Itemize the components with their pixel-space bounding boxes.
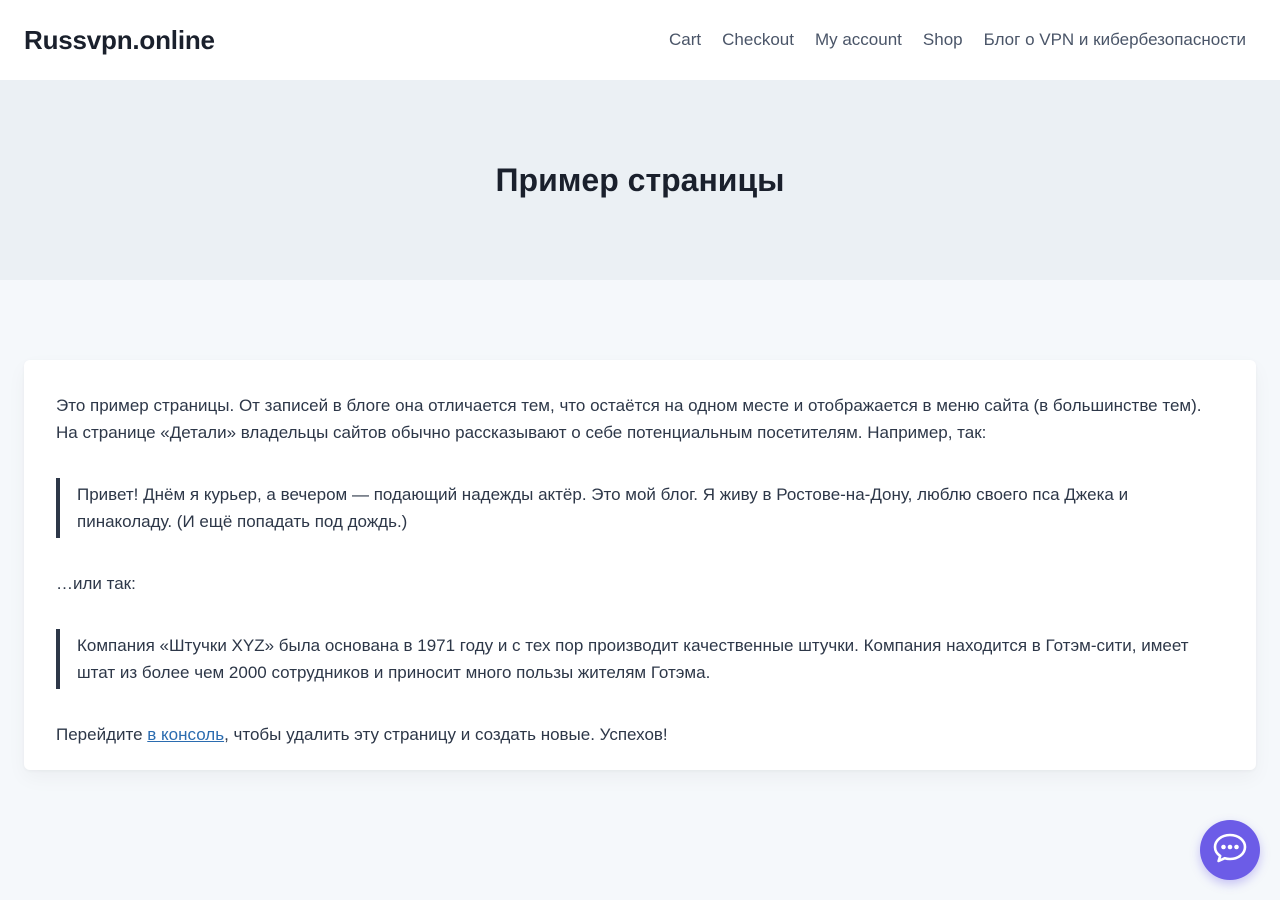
site-header: Russvpn.online Cart Checkout My account … [0,0,1280,80]
blockquote-company: Компания «Штучки XYZ» была основана в 19… [56,629,1224,689]
console-link[interactable]: в консоль [147,725,224,744]
chat-bubble-icon [1213,833,1247,868]
outro-text-after: , чтобы удалить эту страницу и создать н… [224,725,668,744]
intro-paragraph: Это пример страницы. От записей в блоге … [56,396,1202,442]
chat-widget-button[interactable] [1200,820,1260,880]
nav-item-my-account[interactable]: My account [815,30,902,50]
main-nav: Cart Checkout My account Shop Блог о VPN… [669,30,1256,50]
content-card: Это пример страницы. От записей в блоге … [24,360,1256,770]
outro-paragraph: Перейдите в консоль, чтобы удалить эту с… [56,721,1224,748]
outro-text-before: Перейдите [56,725,148,744]
blockquote-courier: Привет! Днём я курьер, а вечером — подаю… [56,478,1224,538]
page-title: Пример страницы [495,161,785,198]
nav-item-checkout[interactable]: Checkout [722,30,794,50]
nav-item-blog[interactable]: Блог о VPN и кибербезопасности [984,30,1246,50]
nav-item-cart[interactable]: Cart [669,30,701,50]
page-hero: Пример страницы [0,80,1280,280]
nav-item-shop[interactable]: Shop [923,30,963,50]
or-paragraph: …или так: [56,574,136,593]
site-title[interactable]: Russvpn.online [24,25,215,56]
